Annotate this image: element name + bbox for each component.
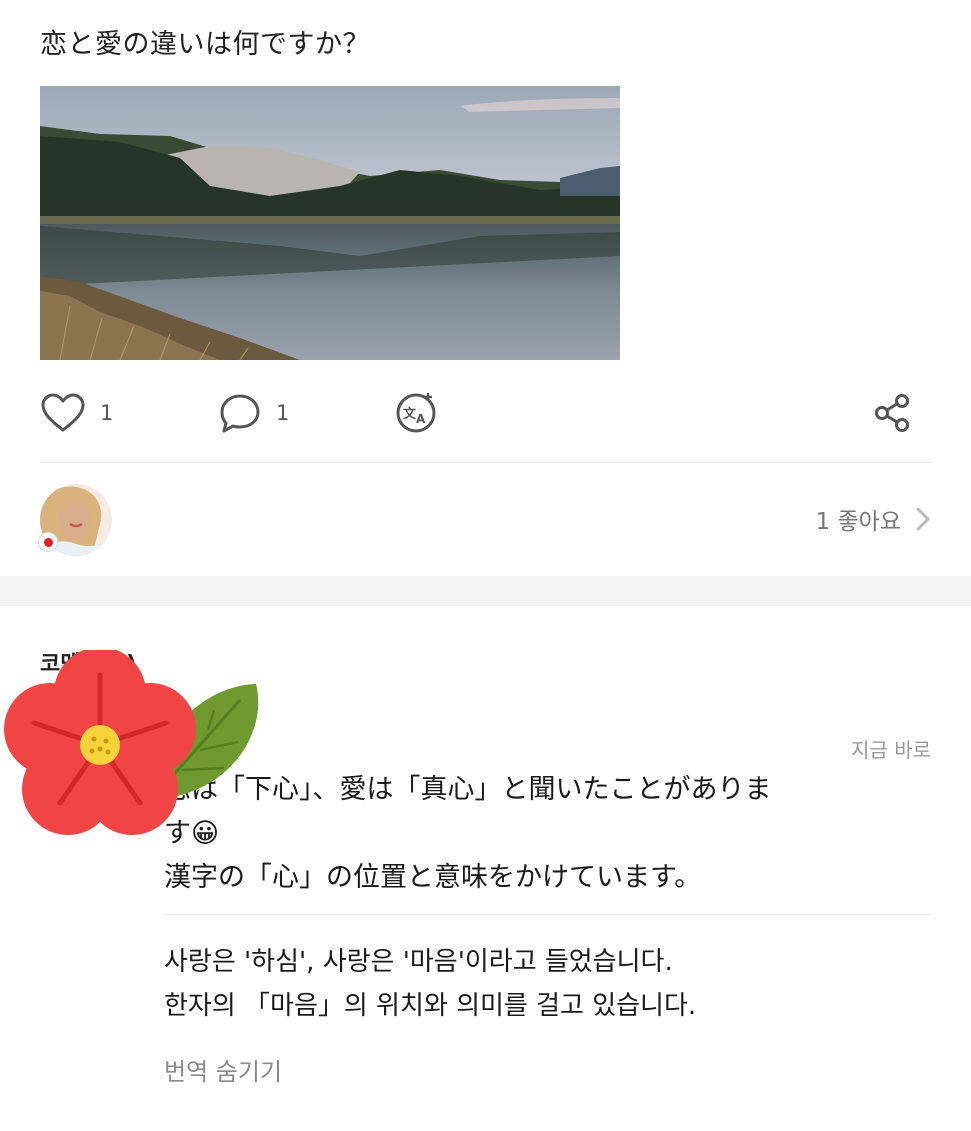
translation-line: 한자의 「마음」의 위치와 의미를 걸고 있습니다. (164, 991, 697, 1021)
translation-line: 사랑은 '하심', 사랑은 '마음'이라고 들었습니다. (164, 947, 673, 977)
comment-timestamp: 지금 바로 (851, 738, 931, 762)
comment-text: 恋は「下心」、愛は「真心」と聞いたことがありま す😀 漢字の「心」の位置と意味を… (164, 768, 924, 900)
hide-translation-button[interactable]: 번역 숨기기 (164, 1052, 282, 1087)
comment-translation: 사랑은 '하심', 사랑은 '마음'이라고 들었습니다. 한자의 「마음」의 위… (164, 940, 944, 1028)
translate-icon: 文 A (396, 393, 436, 433)
svg-text:文: 文 (403, 406, 417, 422)
japan-flag-icon (38, 532, 58, 552)
like-button[interactable]: 1 (40, 388, 113, 438)
comments-header: 코멘트(1) (40, 652, 137, 677)
translate-button[interactable]: 文 A (394, 388, 438, 438)
commenter-avatar[interactable] (42, 796, 74, 828)
comment-line: 恋は「下心」、愛は「真心」と聞いたことがありま (164, 774, 772, 805)
comment-line: す😀 (164, 818, 220, 849)
section-separator (0, 576, 971, 606)
share-icon (875, 394, 909, 432)
action-divider (40, 462, 931, 463)
svg-text:A: A (416, 412, 426, 426)
speech-bubble-icon (220, 394, 260, 433)
share-button[interactable] (872, 388, 914, 438)
translation-divider (164, 914, 931, 915)
heart-outline-icon (41, 393, 85, 432)
post-image[interactable] (40, 86, 620, 360)
comment-button[interactable]: 1 (218, 388, 289, 438)
comment-count: 1 (276, 401, 290, 425)
post-action-bar: 1 1 文 A (0, 388, 971, 438)
comment-line: 漢字の「心」の位置と意味をかけています。 (164, 862, 702, 893)
likes-row: 1 좋아요 (0, 478, 971, 562)
likes-summary: 1 좋아요 (815, 509, 901, 535)
like-count: 1 (100, 401, 114, 425)
likes-link[interactable]: 1 좋아요 (816, 502, 931, 536)
post-title: 恋と愛の違いは何ですか？ (40, 29, 370, 60)
chevron-right-icon (916, 507, 930, 531)
